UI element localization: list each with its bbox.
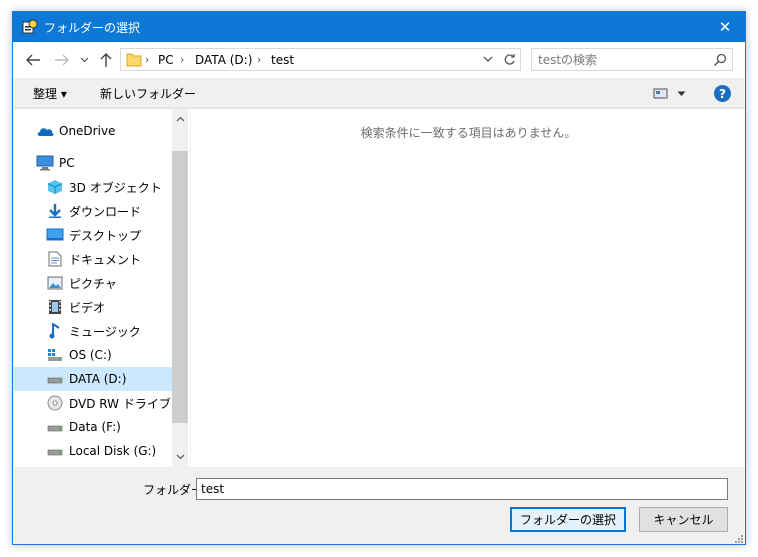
- forward-arrow-icon: [55, 54, 69, 66]
- nav-item-label: ダウンロード: [69, 204, 142, 219]
- recent-locations-button[interactable]: [77, 50, 91, 70]
- refresh-icon: [504, 54, 515, 65]
- nav-item-pictures[interactable]: ピクチャ: [14, 271, 172, 295]
- nav-item-videos[interactable]: ビデオ: [14, 295, 172, 319]
- nav-item-drive[interactable]: Data (F:): [14, 415, 172, 439]
- title-bar: フォルダーの選択 ✕: [13, 12, 745, 42]
- window-title: フォルダーの選択: [44, 21, 141, 35]
- organize-menu-button[interactable]: 整理 ▾: [33, 85, 67, 102]
- command-bar: 整理 ▾ 新しいフォルダー ?: [13, 78, 745, 108]
- chevron-up-icon: [176, 116, 184, 122]
- forward-button[interactable]: [52, 50, 72, 70]
- view-icon: [653, 88, 668, 99]
- navigation-scrollbar[interactable]: [172, 109, 188, 467]
- nav-item-label: Data (F:): [69, 420, 121, 434]
- address-dropdown-icon[interactable]: [482, 53, 494, 65]
- nav-item-label: Local Disk (G:): [69, 444, 157, 458]
- desktop-icon: [46, 226, 64, 244]
- 3d-objects-icon: [46, 178, 64, 196]
- breadcrumb-data-drive[interactable]: DATA (D:): [195, 53, 252, 67]
- drive-icon: [46, 370, 64, 388]
- drive-icon: [46, 442, 64, 460]
- search-box[interactable]: [531, 48, 733, 71]
- close-icon: ✕: [718, 18, 732, 36]
- search-input[interactable]: [538, 51, 703, 68]
- nav-item-documents[interactable]: ドキュメント: [14, 247, 172, 271]
- nav-item-pc[interactable]: PC: [14, 151, 172, 175]
- resize-grip-icon[interactable]: [734, 534, 744, 544]
- address-bar[interactable]: › PC › DATA (D:) › test: [120, 48, 507, 71]
- nav-item-label: ピクチャ: [69, 276, 117, 291]
- scroll-down-button[interactable]: [172, 449, 188, 465]
- content-area: OneDrive PC 3D オブジェクト ダウンロード デスクトップ ドキュメント ピクチ…: [14, 108, 745, 467]
- navigation-pane: OneDrive PC 3D オブジェクト ダウンロード デスクトップ ドキュメント ピクチ…: [14, 109, 188, 467]
- pc-icon: [36, 154, 54, 172]
- folder-select-dialog: フォルダーの選択 ✕ › PC › DATA (D:) › test testの…: [12, 11, 746, 545]
- nav-item-download[interactable]: ダウンロード: [14, 199, 172, 223]
- chevron-down-icon: [176, 454, 184, 460]
- back-button[interactable]: [23, 50, 43, 70]
- breadcrumb-pc[interactable]: PC: [158, 53, 174, 67]
- nav-item-drive[interactable]: DATA (D:): [14, 367, 172, 391]
- nav-item-label: ミュージック: [69, 324, 141, 339]
- nav-item-music[interactable]: ミュージック: [14, 319, 172, 343]
- select-folder-button[interactable]: フォルダーの選択: [510, 507, 626, 532]
- close-button[interactable]: ✕: [705, 12, 745, 42]
- empty-results-message: 検索条件に一致する項目はありません。: [360, 126, 577, 140]
- nav-item-label: 3D オブジェクト: [69, 180, 162, 195]
- chevron-down-icon: [80, 57, 88, 63]
- folder-icon: [126, 53, 142, 67]
- nav-item-label: デスクトップ: [69, 228, 142, 243]
- nav-item-desktop[interactable]: デスクトップ: [14, 223, 172, 247]
- help-icon[interactable]: ?: [714, 85, 731, 102]
- dvd-drive-icon: [46, 394, 64, 412]
- nav-item-label: ドキュメント: [69, 252, 142, 267]
- scrollbar-thumb[interactable]: [172, 151, 188, 423]
- nav-item-3d-objects[interactable]: 3D オブジェクト: [14, 175, 172, 199]
- view-options-button[interactable]: [653, 86, 689, 102]
- nav-item-drive[interactable]: Local Disk (G:): [14, 439, 172, 463]
- documents-icon: [46, 250, 64, 268]
- new-folder-button[interactable]: 新しいフォルダー: [100, 85, 196, 102]
- onedrive-icon: [36, 122, 54, 140]
- nav-item-os-drive[interactable]: OS (C:): [14, 343, 172, 367]
- nav-item-dvd-drive[interactable]: DVD RW ドライブ (E:): [14, 391, 188, 415]
- nav-item-label: DATA (D:): [69, 372, 127, 386]
- breadcrumb-separator-icon: ›: [145, 53, 150, 66]
- navigation-bar: › PC › DATA (D:) › test: [13, 42, 745, 78]
- breadcrumb-separator-icon: ›: [180, 53, 185, 66]
- breadcrumb-separator-icon: ›: [257, 53, 262, 66]
- nav-item-label: OS (C:): [69, 348, 112, 362]
- download-icon: [46, 202, 64, 220]
- nav-item-label: OneDrive: [59, 124, 116, 138]
- file-list[interactable]: 検索条件に一致する項目はありません。: [190, 109, 745, 467]
- nav-item-label: ビデオ: [69, 300, 106, 315]
- app-icon: [22, 19, 38, 35]
- refresh-button[interactable]: [499, 48, 521, 71]
- cancel-button[interactable]: キャンセル: [639, 507, 728, 532]
- up-arrow-icon: [100, 53, 112, 67]
- breadcrumb-test[interactable]: test: [271, 53, 294, 67]
- drive-icon: [46, 418, 64, 436]
- videos-icon: [46, 298, 64, 316]
- pictures-icon: [46, 274, 64, 292]
- dialog-footer: フォルダー: フォルダーの選択 キャンセル: [13, 467, 745, 544]
- scroll-up-button[interactable]: [172, 111, 188, 127]
- nav-item-label: DVD RW ドライブ (E:): [69, 396, 188, 411]
- search-icon[interactable]: [713, 53, 727, 67]
- os-drive-icon: [46, 346, 64, 364]
- nav-item-label: PC: [59, 156, 75, 170]
- music-icon: [46, 322, 64, 340]
- folder-name-input[interactable]: [196, 478, 728, 500]
- back-arrow-icon: [26, 54, 40, 66]
- nav-item-onedrive[interactable]: OneDrive: [14, 119, 172, 143]
- up-button[interactable]: [96, 50, 116, 70]
- chevron-down-icon: [677, 91, 686, 96]
